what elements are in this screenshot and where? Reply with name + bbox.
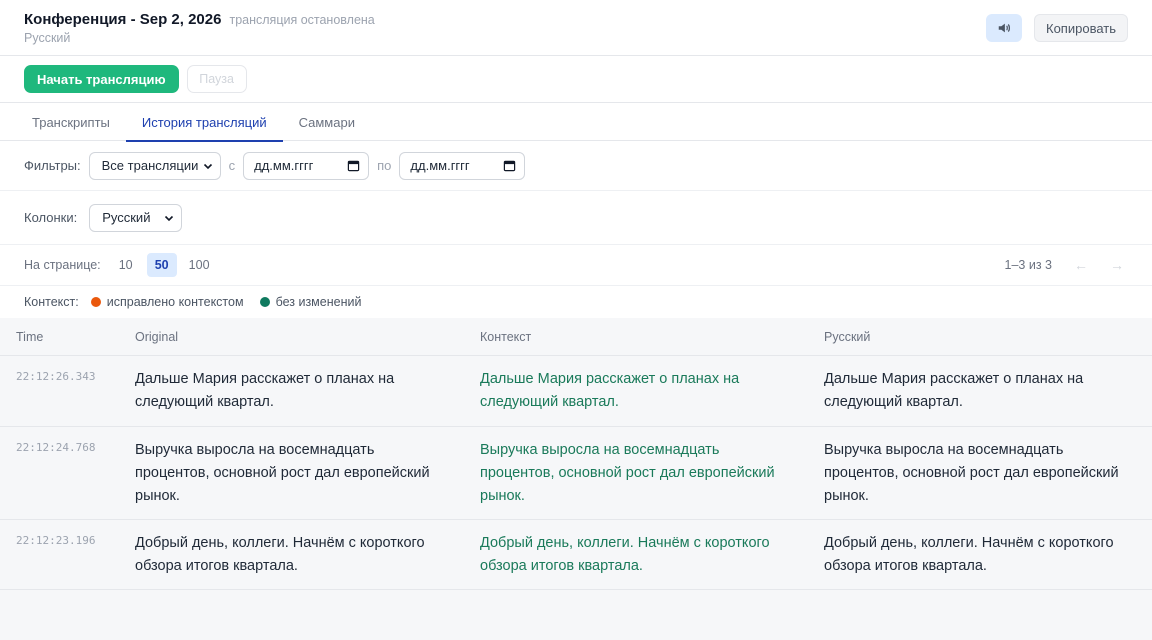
language-label: Русский — [24, 31, 71, 45]
legend-item-corrected: исправлено контекстом — [90, 295, 244, 309]
columns-label: Колонки: — [24, 210, 78, 225]
row-original: Добрый день, коллеги. Начнём с короткого… — [135, 535, 425, 574]
context-legend-label: Контекст: — [24, 295, 79, 309]
history-table: Time Original Контекст Русский 22:12:26.… — [0, 318, 1152, 640]
legend-item-unchanged: без изменений — [259, 295, 362, 309]
next-page-arrow-icon[interactable]: → — [1106, 257, 1128, 273]
date-to-label: по — [377, 158, 392, 173]
filters-row: Фильтры: Все трансляции с дд.мм.гггг по … — [0, 141, 1152, 191]
page-title: Конференция - Sep 2, 2026 — [24, 11, 222, 28]
date-from-label: с — [228, 158, 236, 173]
copy-button[interactable]: Копировать — [1034, 14, 1128, 42]
stream-controls: Начать трансляцию Пауза — [0, 56, 1152, 103]
start-stream-button[interactable]: Начать трансляцию — [24, 65, 179, 93]
orange-dot-icon — [90, 297, 101, 307]
header-actions: Копировать — [986, 14, 1128, 42]
per-page-option-100[interactable]: 100 — [183, 253, 216, 277]
context-legend: Контекст: исправлено контекстом без изме… — [0, 286, 1152, 318]
filters-label: Фильтры: — [24, 158, 81, 173]
stream-filter-select[interactable]: Все трансляции — [88, 151, 221, 180]
pager: 1–3 из 3 ← → — [1005, 257, 1128, 273]
table-row: 22:12:24.768 Выручка выросла на восемнад… — [0, 427, 1152, 520]
chevron-down-icon — [165, 215, 174, 221]
date-from-input[interactable]: дд.мм.гггг — [243, 151, 370, 180]
pause-button[interactable]: Пауза — [186, 65, 247, 93]
chevron-down-icon — [203, 163, 212, 169]
per-page-option-50[interactable]: 50 — [146, 253, 177, 277]
row-context: Добрый день, коллеги. Начнём с короткого… — [480, 535, 770, 574]
speaker-button[interactable] — [986, 14, 1022, 42]
row-original: Дальше Мария расскажет о планах на следу… — [135, 371, 395, 410]
legend-corrected-label: исправлено контекстом — [106, 295, 244, 309]
calendar-icon — [504, 160, 516, 172]
table-row: 22:12:26.343 Дальше Мария расскажет о пл… — [0, 356, 1152, 427]
table-header: Time Original Контекст Русский — [0, 318, 1152, 356]
row-russian: Выручка выросла на восемнадцать проценто… — [824, 442, 1119, 504]
row-context: Выручка выросла на восемнадцать проценто… — [480, 442, 775, 504]
columns-select-value: Русский — [102, 210, 151, 225]
row-russian: Дальше Мария расскажет о планах на следу… — [824, 371, 1084, 410]
date-from-placeholder: дд.мм.гггг — [254, 158, 314, 173]
table-row: 22:12:23.196 Добрый день, коллеги. Начнё… — [0, 520, 1152, 590]
legend-unchanged-label: без изменений — [275, 295, 362, 309]
column-header-context: Контекст — [480, 329, 532, 344]
stream-filter-value: Все трансляции — [101, 158, 199, 173]
tab-summary[interactable]: Саммари — [283, 103, 371, 141]
stream-status: трансляция остановлена — [229, 13, 375, 27]
column-header-original: Original — [135, 329, 179, 344]
date-to-placeholder: дд.мм.гггг — [410, 158, 470, 173]
column-header-russian: Русский — [824, 329, 871, 344]
date-to-input[interactable]: дд.мм.гггг — [399, 151, 526, 180]
app-header: Конференция - Sep 2, 2026 трансляция ост… — [0, 0, 1152, 56]
tab-transcripts[interactable]: Транскрипты — [16, 103, 126, 141]
green-dot-icon — [259, 297, 270, 307]
row-original: Выручка выросла на восемнадцать проценто… — [135, 442, 430, 504]
pagination-row: На странице: 10 50 100 1–3 из 3 ← → — [0, 245, 1152, 286]
pager-range: 1–3 из 3 — [1004, 258, 1052, 272]
per-page-label: На странице: — [24, 258, 101, 272]
row-russian: Добрый день, коллеги. Начнём с короткого… — [824, 535, 1114, 574]
prev-page-arrow-icon[interactable]: ← — [1070, 257, 1092, 273]
row-time: 22:12:23.196 — [16, 534, 96, 547]
row-time: 22:12:26.343 — [16, 370, 96, 383]
columns-row: Колонки: Русский — [0, 191, 1152, 245]
row-time: 22:12:24.768 — [16, 441, 96, 454]
title-row: Конференция - Sep 2, 2026 трансляция ост… — [24, 11, 1128, 28]
tab-bar: Транскрипты История трансляций Саммари — [0, 103, 1152, 142]
row-context: Дальше Мария расскажет о планах на следу… — [480, 371, 740, 410]
calendar-icon — [347, 160, 360, 172]
columns-select[interactable]: Русский — [89, 203, 183, 232]
column-header-time: Time — [16, 329, 44, 344]
speaker-icon — [998, 23, 1010, 33]
tab-stream-history[interactable]: История трансляций — [125, 103, 283, 142]
per-page-option-10[interactable]: 10 — [111, 253, 141, 277]
